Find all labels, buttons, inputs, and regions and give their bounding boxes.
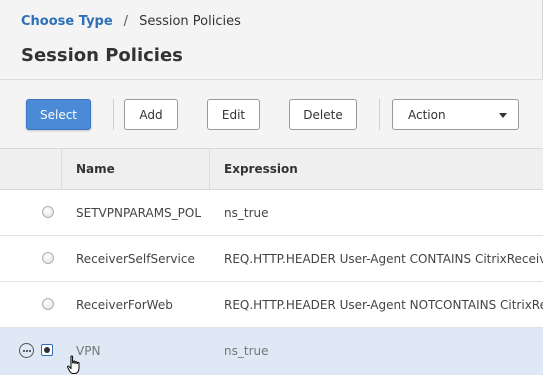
breadcrumb-choose-type-link[interactable]: Choose Type	[21, 14, 113, 29]
breadcrumb: Choose Type / Session Policies	[21, 14, 241, 29]
row-name: ReceiverForWeb	[76, 297, 173, 312]
breadcrumb-separator: /	[123, 14, 129, 29]
policies-table: Name Expression SETVPNPARAMS_POL ns_true…	[0, 148, 543, 375]
table-header: Name Expression	[0, 148, 543, 190]
column-divider	[209, 149, 210, 189]
row-expression: ns_true	[224, 205, 269, 220]
action-dropdown[interactable]: Action	[392, 99, 519, 130]
more-options-icon[interactable]	[19, 343, 34, 358]
edit-button[interactable]: Edit	[207, 99, 260, 130]
select-button[interactable]: Select	[26, 99, 91, 130]
column-header-expression[interactable]: Expression	[224, 149, 298, 189]
toolbar-divider	[113, 99, 114, 130]
row-name: SETVPNPARAMS_POL	[76, 205, 202, 220]
row-select-checkbox[interactable]	[41, 344, 53, 356]
toolbar-divider	[379, 99, 380, 130]
table-row[interactable]: SETVPNPARAMS_POL ns_true	[0, 190, 543, 236]
row-radio-button[interactable]	[42, 206, 54, 218]
row-name: ReceiverSelfService	[76, 251, 195, 266]
page-title: Session Policies	[21, 45, 183, 66]
row-expression: ns_true	[224, 343, 269, 358]
row-radio-button[interactable]	[42, 298, 54, 310]
delete-button[interactable]: Delete	[289, 99, 357, 130]
hand-pointer-cursor-icon	[67, 355, 80, 374]
action-dropdown-label: Action	[408, 107, 446, 122]
toolbar: Select Add Edit Delete Action	[0, 80, 543, 148]
table-row[interactable]: ReceiverForWeb REQ.HTTP.HEADER User-Agen…	[0, 282, 543, 328]
add-button[interactable]: Add	[124, 99, 178, 130]
chevron-down-icon	[499, 113, 507, 118]
row-radio-button[interactable]	[42, 252, 54, 264]
row-expression: REQ.HTTP.HEADER User-Agent NOTCONTAINS C…	[224, 297, 543, 312]
table-row[interactable]: ReceiverSelfService REQ.HTTP.HEADER User…	[0, 236, 543, 282]
column-divider	[61, 149, 62, 189]
column-header-name[interactable]: Name	[76, 149, 115, 189]
selected-dot	[44, 347, 50, 353]
row-expression: REQ.HTTP.HEADER User-Agent CONTAINS Citr…	[224, 251, 543, 266]
breadcrumb-current: Session Policies	[139, 14, 241, 29]
